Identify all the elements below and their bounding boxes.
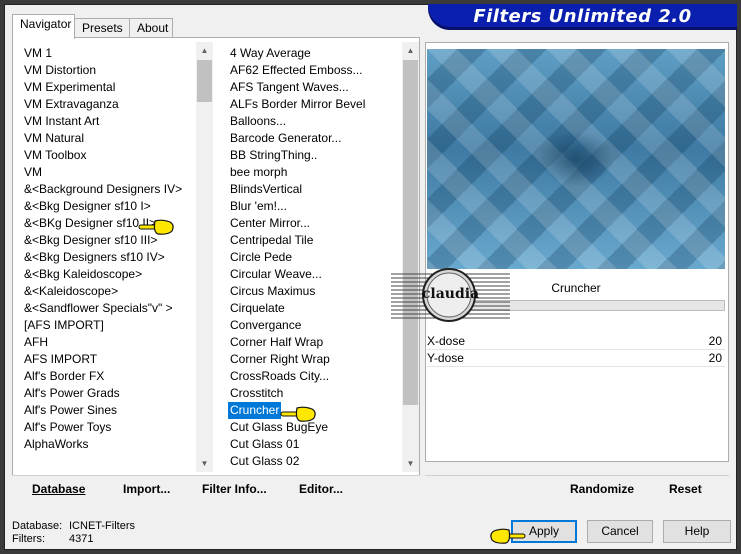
param-y-dose[interactable]: Y-dose 20: [427, 350, 725, 367]
list-item[interactable]: AFS IMPORT: [22, 351, 99, 368]
list-item[interactable]: BlindsVertical: [228, 181, 304, 198]
list-item[interactable]: Circle Pede: [228, 249, 294, 266]
category-list[interactable]: VM 1 VM Distortion VM Experimental VM Extra…: [22, 42, 196, 472]
list-item[interactable]: VM Toolbox: [22, 147, 88, 164]
scroll-up-icon[interactable]: ▲: [402, 42, 419, 59]
list-item[interactable]: &<Bkg Designers sf10 IV>: [22, 249, 167, 266]
status-database-value: ICNET-Filters: [69, 520, 135, 532]
list-item[interactable]: Barcode Generator...: [228, 130, 343, 147]
list-item[interactable]: Cut Glass 01: [228, 436, 301, 453]
filter-preview-image[interactable]: [427, 49, 725, 269]
scrollbar-thumb[interactable]: [197, 60, 212, 102]
list-item[interactable]: VM Natural: [22, 130, 86, 147]
tab-presets[interactable]: Presets: [74, 18, 130, 38]
param-value[interactable]: 20: [709, 334, 722, 348]
category-scrollbar[interactable]: ▲ ▼: [196, 42, 213, 472]
list-item[interactable]: Alf's Power Grads: [22, 385, 122, 402]
scroll-down-icon[interactable]: ▼: [196, 455, 213, 472]
list-item[interactable]: VM Distortion: [22, 62, 98, 79]
list-item[interactable]: bee morph: [228, 164, 289, 181]
list-item[interactable]: AFH: [22, 334, 50, 351]
list-item[interactable]: VM Experimental: [22, 79, 117, 96]
list-item[interactable]: Circus Maximus: [228, 283, 317, 300]
list-item[interactable]: BB StringThing..: [228, 147, 319, 164]
navigator-button-row: Database Import... Filter Info... Editor…: [12, 475, 420, 504]
list-item[interactable]: Centripedal Tile: [228, 232, 315, 249]
scroll-up-icon[interactable]: ▲: [196, 42, 213, 59]
filter-scrollbar[interactable]: ▲ ▼: [402, 42, 419, 472]
list-item[interactable]: Cruncher: [228, 402, 282, 419]
filter-info-button[interactable]: Filter Info...: [202, 482, 267, 496]
preview-button-row: Randomize Reset: [425, 475, 729, 504]
tab-navigator[interactable]: Navigator: [12, 14, 75, 39]
list-item[interactable]: &<Bkg Kaleidoscope>: [22, 266, 144, 283]
randomize-button[interactable]: Randomize: [570, 482, 634, 496]
claudia-watermark: claudia: [391, 268, 510, 322]
list-item[interactable]: Corner Right Wrap: [228, 351, 332, 368]
editor-button[interactable]: Editor...: [299, 482, 343, 496]
list-item[interactable]: &<Kaleidoscope>: [22, 283, 120, 300]
list-item[interactable]: VM 1: [22, 45, 54, 62]
list-item[interactable]: Blur 'em!...: [228, 198, 289, 215]
database-button-label: Database: [32, 482, 86, 496]
list-item[interactable]: AF62 Effected Emboss...: [228, 62, 365, 79]
status-database: Database: ICNET-Filters: [12, 520, 135, 532]
pointing-hand-icon: [280, 404, 318, 424]
pointing-hand-icon: [138, 217, 176, 237]
list-item[interactable]: Circular Weave...: [228, 266, 324, 283]
param-x-dose[interactable]: X-dose 20: [427, 333, 725, 350]
list-item[interactable]: Convergance: [228, 317, 303, 334]
list-item[interactable]: Alf's Power Toys: [22, 419, 113, 436]
list-item[interactable]: Cirquelate: [228, 300, 287, 317]
list-item[interactable]: AFS Tangent Waves...: [228, 79, 351, 96]
status-database-label: Database:: [12, 520, 63, 532]
scrollbar-thumb[interactable]: [403, 60, 418, 405]
list-item[interactable]: CrossRoads City...: [228, 368, 331, 385]
title-band: Filters Unlimited 2.0: [428, 4, 737, 30]
status-filters-value: 4371: [69, 533, 94, 545]
status-filters-label: Filters:: [12, 533, 45, 545]
list-item[interactable]: VM Extravaganza: [22, 96, 121, 113]
list-item[interactable]: VM: [22, 164, 44, 181]
database-button[interactable]: Database: [32, 482, 85, 496]
status-filters: Filters: 4371: [12, 533, 93, 545]
list-item[interactable]: Cut Glass 02: [228, 453, 301, 470]
scroll-down-icon[interactable]: ▼: [402, 455, 419, 472]
reset-button[interactable]: Reset: [669, 482, 702, 496]
list-item[interactable]: Alf's Power Sines: [22, 402, 119, 419]
pointing-hand-icon: [488, 526, 526, 546]
tab-about[interactable]: About: [129, 18, 173, 38]
list-item[interactable]: AlphaWorks: [22, 436, 90, 453]
list-item[interactable]: &<Background Designers IV>: [22, 181, 184, 198]
help-button[interactable]: Help: [663, 520, 731, 543]
list-item[interactable]: Balloons...: [228, 113, 288, 130]
window-title: Filters Unlimited 2.0: [473, 6, 692, 27]
list-item[interactable]: 4 Way Average: [228, 45, 313, 62]
list-item[interactable]: VM Instant Art: [22, 113, 101, 130]
list-item[interactable]: Corner Half Wrap: [228, 334, 325, 351]
param-label: Y-dose: [427, 351, 464, 365]
list-item[interactable]: [AFS IMPORT]: [22, 317, 106, 334]
watermark-text: claudia: [421, 286, 480, 302]
list-item[interactable]: &<Sandflower Specials"v" >: [22, 300, 175, 317]
list-item[interactable]: Alf's Border FX: [22, 368, 106, 385]
list-item[interactable]: ALFs Border Mirror Bevel: [228, 96, 367, 113]
list-item[interactable]: Crosstitch: [228, 385, 285, 402]
param-value[interactable]: 20: [709, 351, 722, 365]
cancel-button[interactable]: Cancel: [587, 520, 653, 543]
list-item[interactable]: &<Bkg Designer sf10 I>: [22, 198, 153, 215]
list-item[interactable]: Center Mirror...: [228, 215, 312, 232]
param-label: X-dose: [427, 334, 466, 348]
import-button[interactable]: Import...: [123, 482, 170, 496]
